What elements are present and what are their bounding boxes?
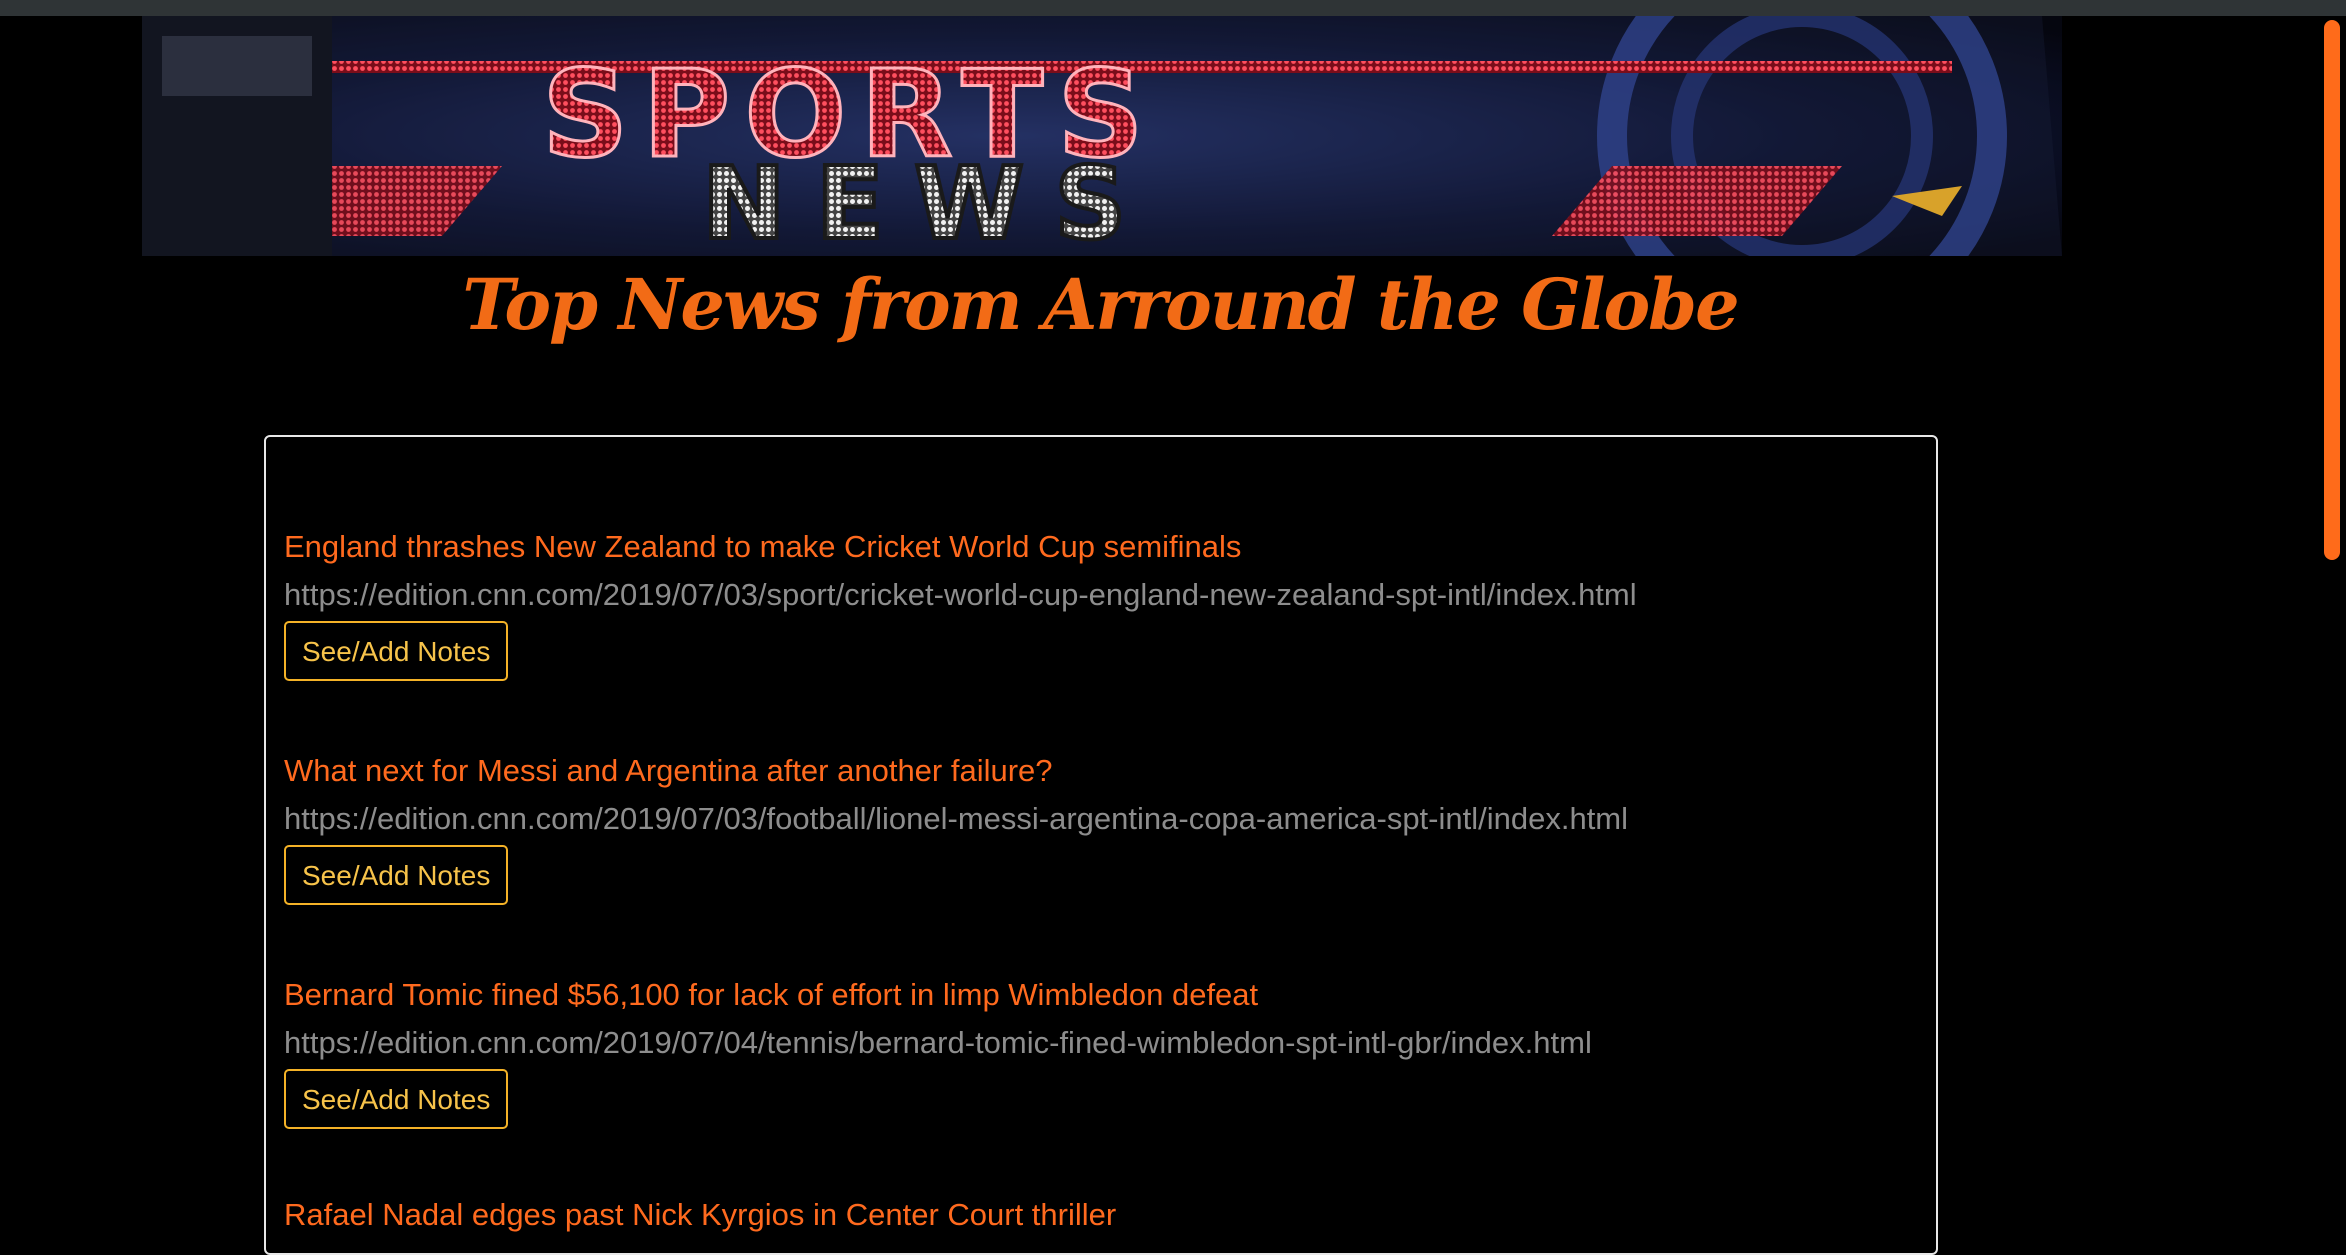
page-title: Top News from Arround the Globe [462,263,1739,346]
see-add-notes-button[interactable]: See/Add Notes [284,845,509,905]
news-url[interactable]: https://edition.cnn.com/2019/07/04/tenni… [284,1021,1592,1065]
news-list-card: England thrashes New Zealand to make Cri… [264,435,1938,1255]
news-title[interactable]: Bernard Tomic fined $56,100 for lack of … [284,973,1592,1017]
news-url[interactable]: https://edition.cnn.com/2019/07/03/footb… [284,797,1628,841]
news-item: Bernard Tomic fined $56,100 for lack of … [284,973,1592,1129]
scrollbar-thumb[interactable] [2324,20,2340,560]
browser-top-bar [0,0,2346,16]
banner-graphic: SPORTS NEWS [142,16,2062,256]
sports-news-banner: SPORTS NEWS [142,16,2062,256]
news-item: What next for Messi and Argentina after … [284,749,1628,905]
see-add-notes-button[interactable]: See/Add Notes [284,1069,509,1129]
news-title[interactable]: England thrashes New Zealand to make Cri… [284,525,1637,569]
news-title[interactable]: What next for Messi and Argentina after … [284,749,1628,793]
page-scrollbar[interactable] [2318,16,2346,1226]
news-url[interactable]: https://edition.cnn.com/2019/07/03/sport… [284,573,1637,617]
news-item: England thrashes New Zealand to make Cri… [284,525,1637,681]
see-add-notes-button[interactable]: See/Add Notes [284,621,509,681]
banner-logo-bottom: NEWS [702,145,1156,256]
news-item: Rafael Nadal edges past Nick Kyrgios in … [284,1193,1116,1237]
news-title[interactable]: Rafael Nadal edges past Nick Kyrgios in … [284,1193,1116,1237]
